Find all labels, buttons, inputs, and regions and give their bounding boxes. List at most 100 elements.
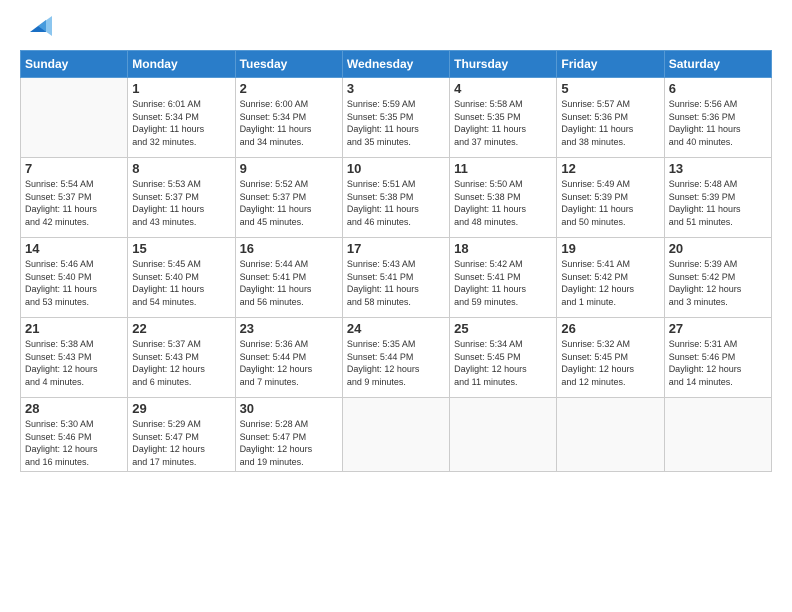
calendar-cell (21, 78, 128, 158)
day-info: Sunrise: 6:01 AMSunset: 5:34 PMDaylight:… (132, 98, 230, 148)
calendar-cell: 21 Sunrise: 5:38 AMSunset: 5:43 PMDayligh… (21, 318, 128, 398)
calendar-header-wednesday: Wednesday (342, 51, 449, 78)
day-info: Sunrise: 5:53 AMSunset: 5:37 PMDaylight:… (132, 178, 230, 228)
day-number: 20 (669, 241, 767, 256)
calendar-cell: 16 Sunrise: 5:44 AMSunset: 5:41 PMDayligh… (235, 238, 342, 318)
day-number: 25 (454, 321, 552, 336)
day-info: Sunrise: 5:43 AMSunset: 5:41 PMDaylight:… (347, 258, 445, 308)
calendar-cell (664, 398, 771, 472)
day-info: Sunrise: 5:54 AMSunset: 5:37 PMDaylight:… (25, 178, 123, 228)
day-number: 1 (132, 81, 230, 96)
day-number: 24 (347, 321, 445, 336)
day-info: Sunrise: 6:00 AMSunset: 5:34 PMDaylight:… (240, 98, 338, 148)
day-number: 10 (347, 161, 445, 176)
day-info: Sunrise: 5:52 AMSunset: 5:37 PMDaylight:… (240, 178, 338, 228)
calendar: SundayMondayTuesdayWednesdayThursdayFrid… (20, 50, 772, 472)
calendar-header-tuesday: Tuesday (235, 51, 342, 78)
calendar-week-3: 14Sunrise: 5:46 AMSunset: 5:40 PMDayligh… (21, 238, 772, 318)
day-info: Sunrise: 5:41 AMSunset: 5:42 PMDaylight:… (561, 258, 659, 308)
calendar-cell: 1 Sunrise: 6:01 AMSunset: 5:34 PMDaylight… (128, 78, 235, 158)
day-info: Sunrise: 5:59 AMSunset: 5:35 PMDaylight:… (347, 98, 445, 148)
calendar-cell: 24Sunrise: 5:35 AMSunset: 5:44 PMDayligh… (342, 318, 449, 398)
calendar-cell (557, 398, 664, 472)
day-number: 13 (669, 161, 767, 176)
day-info: Sunrise: 5:42 AMSunset: 5:41 PMDaylight:… (454, 258, 552, 308)
day-info: Sunrise: 5:38 AMSunset: 5:43 PMDaylight:… (25, 338, 123, 388)
calendar-week-2: 7Sunrise: 5:54 AMSunset: 5:37 PMDaylight… (21, 158, 772, 238)
calendar-cell: 7Sunrise: 5:54 AMSunset: 5:37 PMDaylight… (21, 158, 128, 238)
day-number: 4 (454, 81, 552, 96)
day-info: Sunrise: 5:51 AMSunset: 5:38 PMDaylight:… (347, 178, 445, 228)
calendar-week-1: 1 Sunrise: 6:01 AMSunset: 5:34 PMDaylight… (21, 78, 772, 158)
calendar-header-thursday: Thursday (450, 51, 557, 78)
day-number: 12 (561, 161, 659, 176)
calendar-week-5: 28 Sunrise: 5:30 AMSunset: 5:46 PMDayligh… (21, 398, 772, 472)
calendar-cell (342, 398, 449, 472)
calendar-cell: 19Sunrise: 5:41 AMSunset: 5:42 PMDayligh… (557, 238, 664, 318)
day-info: Sunrise: 5:37 AMSunset: 5:43 PMDaylight:… (132, 338, 230, 388)
day-number: 27 (669, 321, 767, 336)
day-number: 8 (132, 161, 230, 176)
day-number: 22 (132, 321, 230, 336)
day-info: Sunrise: 5:36 AMSunset: 5:44 PMDaylight:… (240, 338, 338, 388)
calendar-cell: 11 Sunrise: 5:50 AMSunset: 5:38 PMDayligh… (450, 158, 557, 238)
day-number: 16 (240, 241, 338, 256)
calendar-cell: 13 Sunrise: 5:48 AMSunset: 5:39 PMDayligh… (664, 158, 771, 238)
day-info: Sunrise: 5:58 AMSunset: 5:35 PMDaylight:… (454, 98, 552, 148)
day-info: Sunrise: 5:32 AMSunset: 5:45 PMDaylight:… (561, 338, 659, 388)
calendar-header-row: SundayMondayTuesdayWednesdayThursdayFrid… (21, 51, 772, 78)
logo-icon (24, 12, 52, 40)
page: SundayMondayTuesdayWednesdayThursdayFrid… (0, 0, 792, 612)
calendar-cell: 4 Sunrise: 5:58 AMSunset: 5:35 PMDaylight… (450, 78, 557, 158)
day-number: 21 (25, 321, 123, 336)
day-info: Sunrise: 5:50 AMSunset: 5:38 PMDaylight:… (454, 178, 552, 228)
calendar-header-saturday: Saturday (664, 51, 771, 78)
calendar-cell: 8 Sunrise: 5:53 AMSunset: 5:37 PMDaylight… (128, 158, 235, 238)
calendar-cell: 15 Sunrise: 5:45 AMSunset: 5:40 PMDayligh… (128, 238, 235, 318)
day-number: 15 (132, 241, 230, 256)
day-info: Sunrise: 5:56 AMSunset: 5:36 PMDaylight:… (669, 98, 767, 148)
day-number: 30 (240, 401, 338, 416)
day-info: Sunrise: 5:46 AMSunset: 5:40 PMDaylight:… (25, 258, 123, 308)
day-number: 3 (347, 81, 445, 96)
calendar-header-monday: Monday (128, 51, 235, 78)
header (20, 16, 772, 40)
day-info: Sunrise: 5:29 AMSunset: 5:47 PMDaylight:… (132, 418, 230, 468)
calendar-cell: 25 Sunrise: 5:34 AMSunset: 5:45 PMDayligh… (450, 318, 557, 398)
day-info: Sunrise: 5:31 AMSunset: 5:46 PMDaylight:… (669, 338, 767, 388)
day-number: 18 (454, 241, 552, 256)
calendar-week-4: 21 Sunrise: 5:38 AMSunset: 5:43 PMDayligh… (21, 318, 772, 398)
day-number: 11 (454, 161, 552, 176)
calendar-cell: 3 Sunrise: 5:59 AMSunset: 5:35 PMDaylight… (342, 78, 449, 158)
calendar-cell: 30 Sunrise: 5:28 AMSunset: 5:47 PMDayligh… (235, 398, 342, 472)
day-info: Sunrise: 5:44 AMSunset: 5:41 PMDaylight:… (240, 258, 338, 308)
calendar-cell: 10 Sunrise: 5:51 AMSunset: 5:38 PMDayligh… (342, 158, 449, 238)
day-number: 6 (669, 81, 767, 96)
calendar-cell: 20Sunrise: 5:39 AMSunset: 5:42 PMDayligh… (664, 238, 771, 318)
calendar-cell: 27 Sunrise: 5:31 AMSunset: 5:46 PMDayligh… (664, 318, 771, 398)
day-info: Sunrise: 5:30 AMSunset: 5:46 PMDaylight:… (25, 418, 123, 468)
day-number: 5 (561, 81, 659, 96)
day-info: Sunrise: 5:34 AMSunset: 5:45 PMDaylight:… (454, 338, 552, 388)
day-info: Sunrise: 5:57 AMSunset: 5:36 PMDaylight:… (561, 98, 659, 148)
logo (20, 16, 52, 40)
day-number: 17 (347, 241, 445, 256)
calendar-cell: 28 Sunrise: 5:30 AMSunset: 5:46 PMDayligh… (21, 398, 128, 472)
day-info: Sunrise: 5:48 AMSunset: 5:39 PMDaylight:… (669, 178, 767, 228)
calendar-header-sunday: Sunday (21, 51, 128, 78)
calendar-cell: 12 Sunrise: 5:49 AMSunset: 5:39 PMDayligh… (557, 158, 664, 238)
calendar-cell: 14Sunrise: 5:46 AMSunset: 5:40 PMDayligh… (21, 238, 128, 318)
calendar-cell: 29 Sunrise: 5:29 AMSunset: 5:47 PMDayligh… (128, 398, 235, 472)
day-info: Sunrise: 5:28 AMSunset: 5:47 PMDaylight:… (240, 418, 338, 468)
day-number: 29 (132, 401, 230, 416)
calendar-cell: 9 Sunrise: 5:52 AMSunset: 5:37 PMDaylight… (235, 158, 342, 238)
calendar-cell: 26Sunrise: 5:32 AMSunset: 5:45 PMDayligh… (557, 318, 664, 398)
calendar-header-friday: Friday (557, 51, 664, 78)
day-number: 9 (240, 161, 338, 176)
day-info: Sunrise: 5:45 AMSunset: 5:40 PMDaylight:… (132, 258, 230, 308)
day-number: 2 (240, 81, 338, 96)
calendar-cell: 17 Sunrise: 5:43 AMSunset: 5:41 PMDayligh… (342, 238, 449, 318)
day-info: Sunrise: 5:49 AMSunset: 5:39 PMDaylight:… (561, 178, 659, 228)
day-number: 28 (25, 401, 123, 416)
calendar-cell: 6 Sunrise: 5:56 AMSunset: 5:36 PMDaylight… (664, 78, 771, 158)
